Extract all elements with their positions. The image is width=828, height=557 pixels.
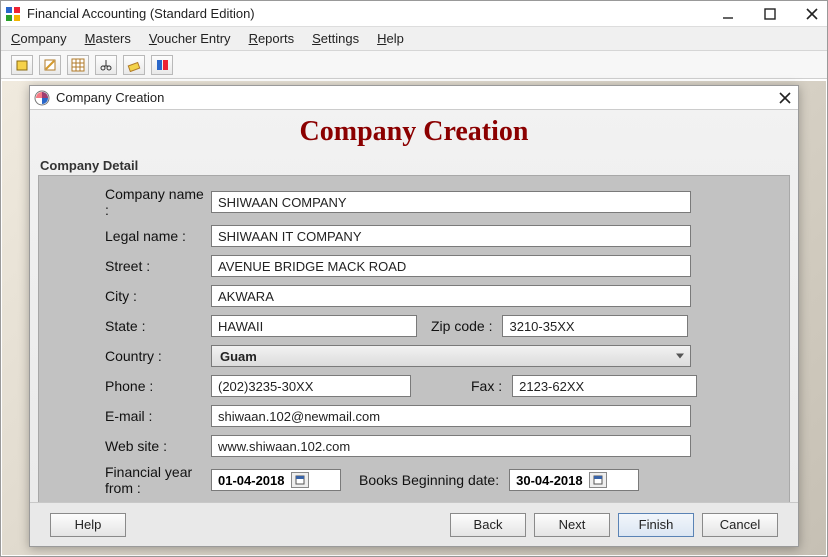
label-company-name: Company name : bbox=[51, 186, 211, 218]
main-window: Financial Accounting (Standard Edition) … bbox=[0, 0, 828, 557]
toolbar-btn-1[interactable] bbox=[11, 55, 33, 75]
calendar-icon[interactable] bbox=[589, 472, 607, 488]
company-name-field[interactable] bbox=[211, 191, 691, 213]
menu-masters[interactable]: Masters bbox=[85, 31, 131, 46]
books-beginning-field[interactable]: 30-04-2018 bbox=[509, 469, 639, 491]
menu-voucher-entry[interactable]: Voucher Entry bbox=[149, 31, 231, 46]
state-field[interactable] bbox=[211, 315, 417, 337]
label-website: Web site : bbox=[51, 438, 211, 454]
city-field[interactable] bbox=[211, 285, 691, 307]
app-icon bbox=[5, 6, 21, 22]
country-select[interactable]: Guam bbox=[211, 345, 691, 367]
help-button[interactable]: Help bbox=[50, 513, 126, 537]
next-button[interactable]: Next bbox=[534, 513, 610, 537]
toolbar-btn-3[interactable] bbox=[67, 55, 89, 75]
close-button[interactable] bbox=[803, 5, 821, 23]
label-books-beginning: Books Beginning date: bbox=[359, 472, 499, 488]
main-window-title: Financial Accounting (Standard Edition) bbox=[27, 6, 719, 21]
financial-year-from-value: 01-04-2018 bbox=[218, 473, 285, 488]
phone-field[interactable] bbox=[211, 375, 411, 397]
group-company-detail-label: Company Detail bbox=[30, 156, 798, 175]
main-titlebar: Financial Accounting (Standard Edition) bbox=[1, 1, 827, 27]
dialog-title: Company Creation bbox=[56, 90, 778, 105]
toolbar-btn-2[interactable] bbox=[39, 55, 61, 75]
company-detail-form: Company name : Legal name : Street : Cit… bbox=[38, 175, 790, 543]
toolbar-btn-5[interactable] bbox=[123, 55, 145, 75]
label-city: City : bbox=[51, 288, 211, 304]
label-financial-year-from: Financial year from : bbox=[51, 464, 211, 496]
fax-field[interactable] bbox=[512, 375, 697, 397]
dialog-icon bbox=[34, 90, 50, 106]
menu-help[interactable]: Help bbox=[377, 31, 404, 46]
company-creation-dialog: Company Creation Company Creation Compan… bbox=[29, 85, 799, 547]
menu-reports[interactable]: Reports bbox=[249, 31, 295, 46]
website-field[interactable] bbox=[211, 435, 691, 457]
cancel-button[interactable]: Cancel bbox=[702, 513, 778, 537]
label-zip: Zip code : bbox=[431, 318, 492, 334]
label-state: State : bbox=[51, 318, 211, 334]
legal-name-field[interactable] bbox=[211, 225, 691, 247]
zip-field[interactable] bbox=[502, 315, 688, 337]
label-legal-name: Legal name : bbox=[51, 228, 211, 244]
menu-settings[interactable]: Settings bbox=[312, 31, 359, 46]
email-field[interactable] bbox=[211, 405, 691, 427]
dialog-titlebar: Company Creation bbox=[30, 86, 798, 110]
menu-company[interactable]: Company bbox=[11, 31, 67, 46]
label-email: E-mail : bbox=[51, 408, 211, 424]
dialog-close-button[interactable] bbox=[778, 91, 792, 105]
label-fax: Fax : bbox=[471, 378, 502, 394]
back-button[interactable]: Back bbox=[450, 513, 526, 537]
maximize-button[interactable] bbox=[761, 5, 779, 23]
street-field[interactable] bbox=[211, 255, 691, 277]
menubar: Company Masters Voucher Entry Reports Se… bbox=[1, 27, 827, 51]
financial-year-from-field[interactable]: 01-04-2018 bbox=[211, 469, 341, 491]
finish-button[interactable]: Finish bbox=[618, 513, 694, 537]
dialog-heading: Company Creation bbox=[30, 110, 798, 156]
dialog-footer: Help Back Next Finish Cancel bbox=[30, 502, 798, 546]
window-controls bbox=[719, 5, 821, 23]
country-select-value: Guam bbox=[220, 349, 257, 364]
toolbar-btn-4[interactable] bbox=[95, 55, 117, 75]
label-phone: Phone : bbox=[51, 378, 211, 394]
toolbar bbox=[1, 51, 827, 79]
toolbar-btn-6[interactable] bbox=[151, 55, 173, 75]
calendar-icon[interactable] bbox=[291, 472, 309, 488]
books-beginning-value: 30-04-2018 bbox=[516, 473, 583, 488]
label-country: Country : bbox=[51, 348, 211, 364]
minimize-button[interactable] bbox=[719, 5, 737, 23]
label-street: Street : bbox=[51, 258, 211, 274]
